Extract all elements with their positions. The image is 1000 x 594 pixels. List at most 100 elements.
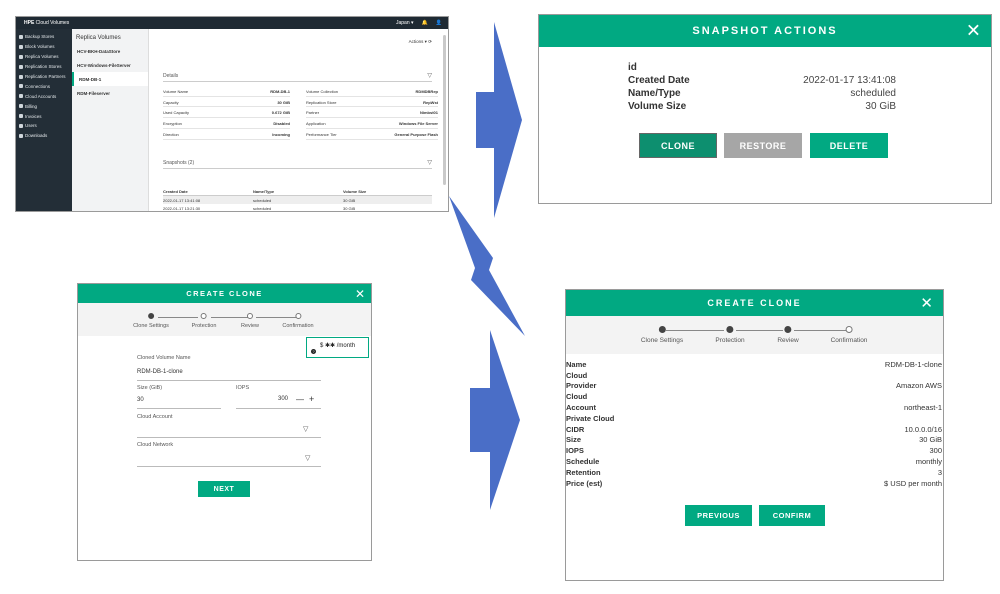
cloned-volume-name-input[interactable]: RDM-DB-1-clone xyxy=(137,369,183,375)
previous-button[interactable]: PREVIOUS xyxy=(685,505,752,526)
cloud-network-dropdown[interactable]: ▽ xyxy=(305,454,310,462)
info-row: Name/Type scheduled xyxy=(628,87,896,100)
iops-decrement-button[interactable]: — xyxy=(296,395,304,404)
info-row: Volume Size 30 GiB xyxy=(628,100,896,113)
list-item[interactable]: HCV-Windows-FileServer xyxy=(72,58,148,72)
sidebar-item-backup-stores[interactable]: Backup Stores xyxy=(16,32,72,42)
property-row: Direction Incoming xyxy=(163,130,290,140)
chevron-down-icon[interactable]: ▽ xyxy=(427,159,432,166)
sidebar-item-downloads[interactable]: Downloads xyxy=(16,131,72,141)
close-icon[interactable]: ✕ xyxy=(920,294,933,312)
nav-icon xyxy=(19,64,23,69)
cloud-account-dropdown[interactable]: ▽ xyxy=(303,425,308,433)
nav-icon xyxy=(19,74,23,79)
sidebar-item-billing[interactable]: Billing xyxy=(16,101,72,111)
property-label: Partner xyxy=(306,110,320,116)
sidebar-item-label: Replica Volumes xyxy=(25,54,59,60)
scrollbar[interactable] xyxy=(443,35,446,185)
property-label: Volume Name xyxy=(163,88,189,94)
list-item[interactable]: HCV-BKH-DataStore xyxy=(72,44,148,58)
user-icon[interactable]: 👤 xyxy=(436,20,442,26)
sidebar-item-invoices[interactable]: Invoices xyxy=(16,111,72,121)
property-label: Encryption xyxy=(163,121,182,127)
console-sidebar: Backup Stores Block Volumes Replica Volume… xyxy=(16,29,72,211)
iops-increment-button[interactable]: + xyxy=(309,394,314,404)
sidebar-item-replication-partners[interactable]: Replication Partners xyxy=(16,72,72,82)
property-label: Direction xyxy=(163,131,179,137)
table-row[interactable]: 2022-01-17 13:41:08 scheduled 30 GiB xyxy=(163,196,432,204)
property-row: Volume Collection RDMDBRep xyxy=(306,87,438,97)
details-section-header[interactable]: Details ▽ xyxy=(163,73,432,82)
summary-row: Name RDM-DB-1-clone xyxy=(566,359,943,370)
sidebar-item-label: Block Volumes xyxy=(25,44,55,50)
property-value: Nimbst01 xyxy=(419,110,438,116)
table-row[interactable]: 2022-01-17 13:21:30 scheduled 30 GiB xyxy=(163,204,432,211)
summary-row: Schedule monthly xyxy=(566,456,943,467)
list-item[interactable]: RDM-DB-1 xyxy=(72,72,148,86)
nav-icon xyxy=(19,44,23,49)
flow-arrow-diagonal-icon xyxy=(449,196,525,336)
summary-value: 300 xyxy=(929,446,942,456)
snapshots-table: Created Date Name/Type Volume Size 2022-… xyxy=(163,188,432,211)
nav-icon xyxy=(19,84,23,89)
sidebar-item-label: Billing xyxy=(25,103,38,109)
sidebar-item-cloud-accounts[interactable]: Cloud Accounts xyxy=(16,91,72,101)
sidebar-item-connections[interactable]: Connections xyxy=(16,81,72,91)
confirm-button[interactable]: CONFIRM xyxy=(759,505,825,526)
delete-button[interactable]: DELETE xyxy=(810,133,888,158)
summary-value: northeast-1 xyxy=(904,403,942,413)
sidebar-item-replication-stores[interactable]: Replication Stores xyxy=(16,62,72,72)
info-label: id xyxy=(628,62,637,73)
nav-icon xyxy=(19,104,23,109)
restore-button[interactable]: RESTORE xyxy=(724,133,802,158)
close-icon[interactable]: ✕ xyxy=(355,287,365,301)
snapshots-section-header[interactable]: Snapshots (2) ▽ xyxy=(163,160,432,169)
help-icon[interactable]: ? xyxy=(311,349,316,354)
dialog-title: CREATE CLONE xyxy=(707,298,802,308)
property-label: Performance Tier xyxy=(306,131,337,137)
property-value: RDM-DB-1 xyxy=(270,88,290,94)
cloned-volume-name-label: Cloned Volume Name xyxy=(137,355,191,361)
bell-icon[interactable]: 🔔 xyxy=(422,20,428,26)
dialog-title: SNAPSHOT ACTIONS xyxy=(692,25,838,37)
refresh-icon[interactable]: ⟳ xyxy=(428,39,432,44)
summary-row: Cloud xyxy=(566,391,943,402)
property-label: Capacity xyxy=(163,99,179,105)
summary-label: Schedule xyxy=(566,457,600,467)
summary-label: Provider xyxy=(566,381,597,391)
size-input[interactable]: 30 xyxy=(137,397,144,403)
chevron-down-icon: ▽ xyxy=(303,426,309,433)
summary-row: CIDR 10.0.0.0/16 xyxy=(566,424,943,435)
property-row: Partner Nimbst01 xyxy=(306,109,438,119)
iops-input[interactable]: 300 xyxy=(278,396,288,402)
volume-detail-pane: Actions ▾ ⟳ Details ▽ Volume Name RDM-DB-… xyxy=(149,29,448,211)
summary-label: Cloud xyxy=(566,392,588,402)
actions-menu[interactable]: Actions ▾ ⟳ xyxy=(409,39,432,45)
property-label: Volume Collection xyxy=(306,88,339,94)
sidebar-item-label: Cloud Accounts xyxy=(25,93,57,99)
summary-label: Price (est) xyxy=(566,478,603,488)
property-row: Used Capacity 0.672 GiB xyxy=(163,109,290,119)
sidebar-item-label: Downloads xyxy=(25,133,48,139)
sidebar-item-users[interactable]: Users xyxy=(16,121,72,131)
step-clone-settings: Clone Settings xyxy=(133,313,169,329)
next-button[interactable]: NEXT xyxy=(198,481,250,497)
sidebar-item-block-volumes[interactable]: Block Volumes xyxy=(16,42,72,52)
nav-icon xyxy=(19,34,23,39)
close-icon[interactable]: ✕ xyxy=(966,21,981,42)
info-value: 2022-01-17 13:41:08 xyxy=(803,75,896,86)
summary-value: RDM-DB-1-clone xyxy=(884,359,942,369)
property-value: 0.672 GiB xyxy=(271,110,290,116)
summary-label: Cloud xyxy=(566,370,588,380)
clone-button[interactable]: CLONE xyxy=(639,133,717,158)
summary-label: Account xyxy=(566,403,596,413)
size-label: Size (GiB) xyxy=(137,385,163,391)
dialog-header: SNAPSHOT ACTIONS ✕ xyxy=(539,15,991,47)
list-item[interactable]: RDM-Fileserver xyxy=(72,86,148,100)
info-row: id xyxy=(628,61,896,74)
region-selector[interactable]: Japan ▾ xyxy=(396,20,414,26)
property-label: Replication Store xyxy=(306,99,337,105)
chevron-down-icon[interactable]: ▽ xyxy=(427,72,432,79)
console-top-bar: HPE Cloud Volumes Japan ▾ 🔔 👤 xyxy=(16,17,448,29)
sidebar-item-replica-volumes[interactable]: Replica Volumes xyxy=(16,52,72,62)
